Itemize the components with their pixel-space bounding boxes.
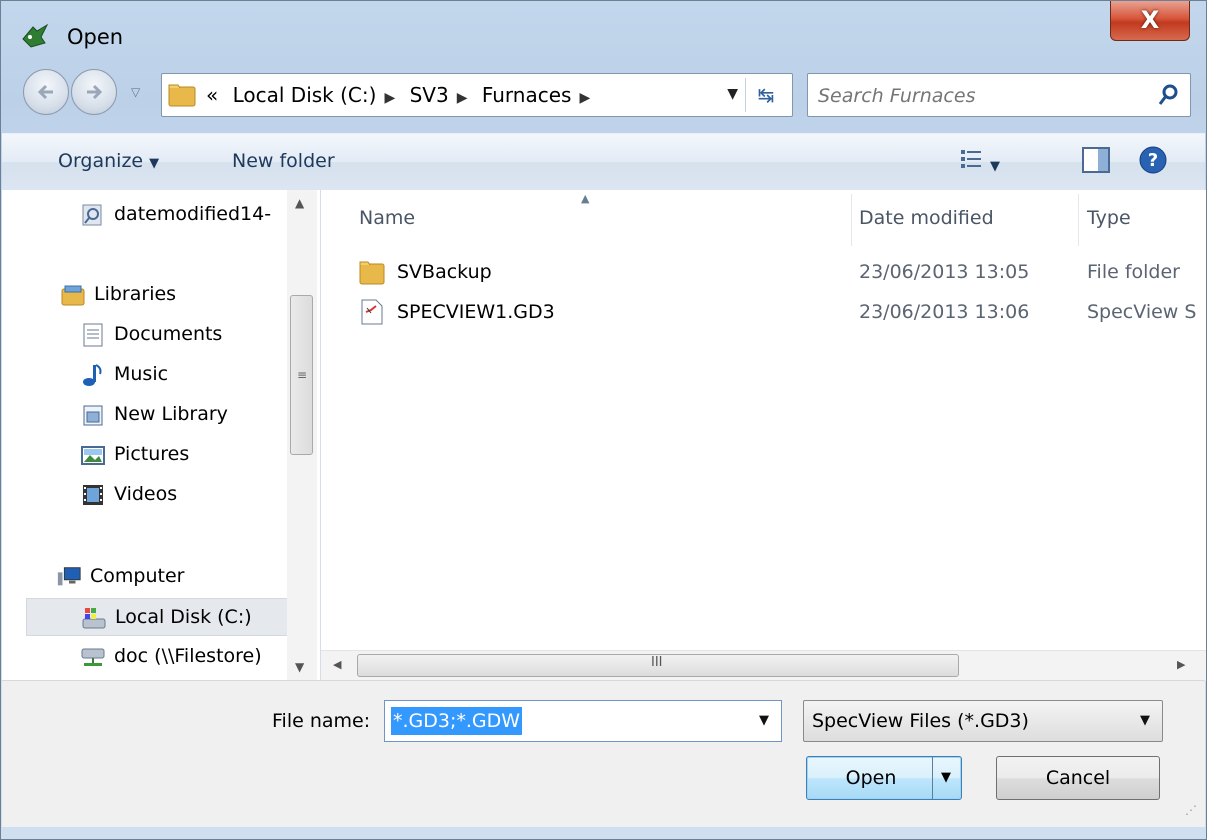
- computer-icon: [57, 567, 81, 586]
- nav-pane-scrollbar[interactable]: ▲ ≡ ▼: [287, 190, 317, 680]
- back-arrow-icon: [37, 84, 53, 100]
- search-box[interactable]: [807, 73, 1191, 117]
- specview-file-icon: [361, 299, 383, 325]
- documents-icon: [83, 323, 103, 347]
- breadcrumb-item-local-disk[interactable]: Local Disk (C:): [233, 83, 377, 107]
- new-folder-button[interactable]: New folder: [232, 150, 335, 172]
- search-icon: [1158, 84, 1178, 105]
- refresh-icon[interactable]: ↹: [745, 78, 786, 112]
- help-icon: ?: [1139, 146, 1167, 174]
- nav-item-local-disk[interactable]: Local Disk (C:): [26, 598, 290, 636]
- window-title: Open: [67, 25, 124, 49]
- recent-pages-dropdown-icon[interactable]: ▽: [131, 85, 140, 99]
- nav-item-documents[interactable]: Documents: [80, 316, 290, 354]
- forward-arrow-icon: [87, 84, 103, 100]
- file-name-input[interactable]: *.GD3;*.GDW: [391, 707, 523, 735]
- nav-item-computer[interactable]: Computer: [56, 558, 290, 596]
- scroll-down-icon[interactable]: ▼: [295, 660, 304, 674]
- file-list-horizontal-scrollbar[interactable]: ◀ III ▶: [321, 650, 1206, 681]
- chevron-down-icon: ▼: [990, 159, 1000, 174]
- address-dropdown-icon[interactable]: ▼: [727, 86, 738, 102]
- grip-icon: III: [651, 655, 663, 670]
- cancel-button[interactable]: Cancel: [996, 756, 1160, 800]
- scroll-up-icon[interactable]: ▲: [295, 196, 304, 210]
- chevron-down-icon[interactable]: ▼: [1140, 713, 1150, 728]
- nav-item-music[interactable]: Music: [80, 356, 290, 394]
- change-view-button[interactable]: ▼: [960, 148, 1000, 175]
- command-bar: Organize ▼ New folder ▼ ?: [2, 133, 1205, 191]
- organize-label: Organize: [58, 150, 144, 172]
- library-icon: [83, 405, 103, 426]
- nav-item-pictures[interactable]: Pictures: [80, 436, 290, 474]
- file-row-svbackup[interactable]: SVBackup 23/06/2013 13:05 File folder: [321, 254, 1206, 292]
- details-view-icon: [961, 150, 981, 168]
- file-row-specview1[interactable]: SPECVIEW1.GD3 23/06/2013 13:06 SpecView …: [321, 294, 1206, 332]
- breadcrumb: « Local Disk (C:) ▶ SV3 ▶ Furnaces ▶: [206, 83, 598, 107]
- search-folder-icon: [82, 204, 102, 226]
- scrollbar-thumb[interactable]: ≡: [290, 295, 313, 455]
- nav-item-network-drive[interactable]: doc (\\Filestore): [80, 638, 290, 676]
- close-button[interactable]: X: [1110, 1, 1190, 41]
- close-icon: X: [1140, 6, 1160, 34]
- help-button[interactable]: ?: [1138, 145, 1168, 180]
- forward-button[interactable]: [71, 69, 117, 115]
- folder-icon: [359, 261, 385, 285]
- nav-item-new-library[interactable]: New Library: [80, 396, 290, 434]
- folder-icon: [168, 84, 196, 107]
- open-dialog: Open X ▽ « Local Disk (C:) ▶ SV3 ▶ Furnace…: [0, 0, 1207, 840]
- breadcrumb-separator-icon[interactable]: ▶: [457, 90, 468, 106]
- breadcrumb-separator-icon[interactable]: ▶: [384, 90, 395, 106]
- scroll-left-icon[interactable]: ◀: [333, 658, 341, 671]
- back-button[interactable]: [23, 69, 69, 115]
- svg-text:?: ?: [1148, 150, 1158, 171]
- scroll-right-icon[interactable]: ▶: [1177, 658, 1185, 671]
- navigation-pane: datemodified14- Libraries Documents Musi…: [2, 190, 321, 680]
- file-list: Name ▲ Date modified Type SVBackup 23/06…: [321, 190, 1206, 680]
- nav-item-videos[interactable]: Videos: [80, 476, 290, 514]
- column-header-date-modified[interactable]: Date modified: [852, 190, 1078, 246]
- column-header-name[interactable]: Name ▲: [321, 190, 851, 246]
- file-type-value: SpecView Files (*.GD3): [812, 710, 1029, 732]
- file-selection-area: File name: *.GD3;*.GDW ▼ SpecView Files …: [2, 680, 1205, 827]
- open-button[interactable]: Open ▼: [806, 756, 962, 800]
- title-bar: Open X: [1, 1, 1206, 61]
- breadcrumb-overflow[interactable]: «: [206, 83, 218, 107]
- address-bar[interactable]: « Local Disk (C:) ▶ SV3 ▶ Furnaces ▶ ▼ ↹: [161, 73, 793, 117]
- network-drive-icon: [81, 648, 105, 666]
- open-options-button[interactable]: ▼: [932, 757, 961, 799]
- file-name-label: File name:: [272, 710, 371, 732]
- column-header-type[interactable]: Type: [1079, 190, 1206, 246]
- music-icon: [83, 364, 102, 386]
- open-label: Open: [845, 767, 897, 789]
- organize-menu[interactable]: Organize ▼: [58, 150, 159, 172]
- file-name-combobox[interactable]: *.GD3;*.GDW ▼: [384, 700, 782, 742]
- chevron-down-icon: ▼: [941, 770, 951, 785]
- breadcrumb-item-sv3[interactable]: SV3: [410, 83, 449, 107]
- libraries-icon: [61, 285, 85, 306]
- file-type-select[interactable]: SpecView Files (*.GD3) ▼: [803, 700, 1163, 742]
- videos-icon: [83, 485, 103, 505]
- nav-item-datemodified[interactable]: datemodified14-: [80, 196, 290, 234]
- sort-ascending-icon: ▲: [581, 192, 590, 205]
- grip-icon: ≡: [297, 368, 308, 382]
- local-disk-icon: [82, 608, 106, 629]
- app-icon: [22, 23, 49, 48]
- pictures-icon: [81, 446, 105, 465]
- preview-pane-button[interactable]: [1082, 147, 1110, 178]
- preview-pane-icon: [1082, 147, 1110, 173]
- search-input[interactable]: [816, 80, 1140, 112]
- breadcrumb-item-furnaces[interactable]: Furnaces: [482, 83, 572, 107]
- resize-grip-icon[interactable]: ⋰: [1185, 803, 1197, 817]
- chevron-down-icon[interactable]: ▼: [759, 713, 769, 728]
- chevron-down-icon: ▼: [149, 156, 160, 171]
- nav-item-libraries[interactable]: Libraries: [60, 276, 290, 314]
- breadcrumb-separator-icon[interactable]: ▶: [579, 90, 590, 106]
